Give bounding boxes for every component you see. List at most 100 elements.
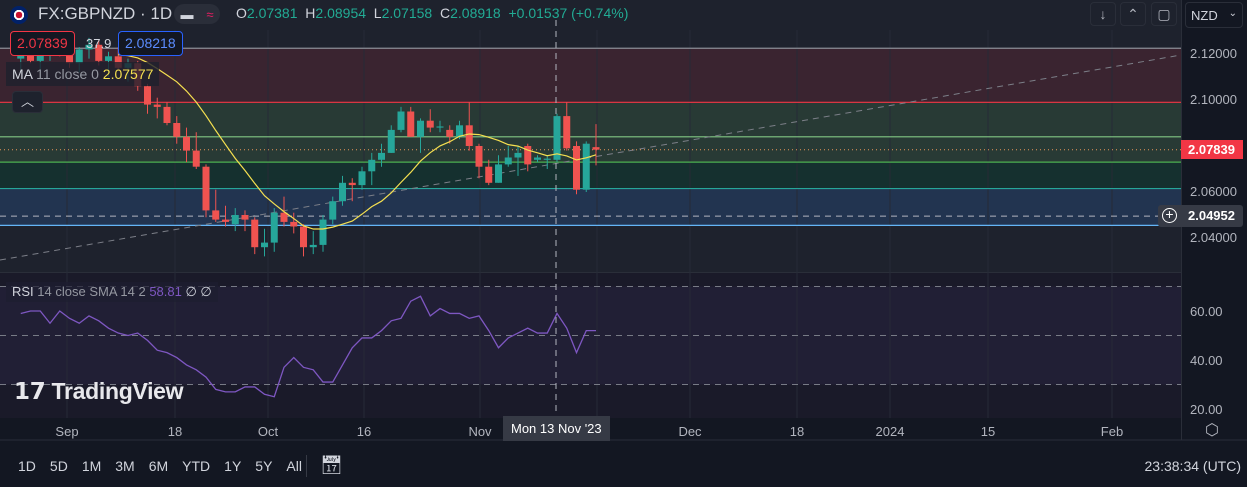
candle-body bbox=[495, 164, 502, 183]
time-label: 2024 bbox=[875, 424, 905, 439]
candle-body bbox=[202, 166, 210, 211]
range-6m[interactable]: 6M bbox=[141, 458, 174, 474]
range-ytd[interactable]: YTD bbox=[174, 458, 216, 474]
candle-body bbox=[270, 212, 278, 243]
add-plus-icon[interactable]: + bbox=[1162, 207, 1177, 223]
range-5d[interactable]: 5D bbox=[42, 458, 74, 474]
range-1m[interactable]: 1M bbox=[74, 458, 107, 474]
candle-body bbox=[222, 219, 229, 222]
range-5y[interactable]: 5Y bbox=[247, 458, 278, 474]
time-label: Oct bbox=[257, 424, 279, 439]
arrow-down-button[interactable]: ↓ bbox=[1090, 2, 1116, 26]
chart-canvas[interactable] bbox=[0, 0, 1247, 487]
candle-body bbox=[504, 157, 512, 165]
rsi-scale-label: 20.00 bbox=[1190, 402, 1223, 417]
candle-body bbox=[446, 129, 454, 137]
candle-body bbox=[300, 226, 307, 248]
range-1d[interactable]: 1D bbox=[10, 458, 42, 474]
clock[interactable]: 23:38:34 (UTC) bbox=[1145, 458, 1241, 474]
candle-body bbox=[514, 152, 522, 158]
candle-body bbox=[582, 143, 590, 190]
level-zone bbox=[0, 162, 1181, 189]
range-3m[interactable]: 3M bbox=[107, 458, 140, 474]
fullscreen-button[interactable]: ▢ bbox=[1151, 2, 1177, 26]
candle-body bbox=[456, 125, 463, 137]
range-all[interactable]: All bbox=[278, 458, 308, 474]
candle-body bbox=[465, 125, 473, 146]
candle-body bbox=[387, 129, 395, 153]
goto-date-calendar-icon[interactable]: 📅︎ bbox=[320, 455, 343, 476]
candle-body bbox=[319, 219, 327, 245]
time-label: 16 bbox=[356, 424, 372, 439]
symbol-title[interactable]: FX:GBPNZD · 1D bbox=[38, 4, 172, 24]
gbp-nzd-flag-icon bbox=[10, 6, 28, 24]
divider bbox=[306, 455, 307, 477]
candle-body bbox=[534, 157, 541, 160]
candle-body bbox=[173, 123, 181, 137]
candle-body bbox=[231, 215, 239, 225]
candle-body bbox=[475, 146, 483, 167]
rsi-scale-label: 40.00 bbox=[1190, 353, 1223, 368]
candle-body bbox=[573, 146, 580, 190]
minus-icon: ▬ bbox=[180, 6, 194, 22]
candle-body bbox=[144, 86, 151, 105]
candle-body bbox=[153, 104, 161, 107]
level-zone bbox=[0, 48, 1181, 103]
candle-body bbox=[261, 242, 268, 248]
candle-body bbox=[407, 111, 415, 137]
candle-body bbox=[348, 182, 356, 186]
candle-body bbox=[417, 120, 424, 137]
arrow-down-icon: ↓ bbox=[1099, 6, 1107, 22]
candle-body bbox=[183, 136, 190, 151]
candle-body bbox=[329, 201, 337, 220]
price-label: 2.10000 bbox=[1190, 92, 1237, 107]
buy-button[interactable]: 2.08218 bbox=[118, 31, 183, 56]
candle-body bbox=[251, 219, 259, 248]
current-price-label: 2.07839 bbox=[1181, 140, 1243, 159]
candle-body bbox=[378, 152, 385, 160]
range-1y[interactable]: 1Y bbox=[216, 458, 247, 474]
ohlc-legend: O2.07381 H2.08954 L2.07158 C2.08918 +0.0… bbox=[236, 5, 629, 21]
chevron-up-icon: ︿ bbox=[20, 94, 34, 109]
collapse-legend-button[interactable]: ︿ bbox=[12, 91, 43, 113]
collapse-button[interactable]: ⌃ bbox=[1120, 2, 1146, 26]
currency-select[interactable]: NZD ⌄ bbox=[1185, 2, 1243, 28]
candle-body bbox=[339, 182, 346, 202]
ma-legend[interactable]: MA 11 close 0 2.07577 bbox=[6, 62, 160, 86]
candle-body bbox=[426, 120, 434, 128]
candle-body bbox=[309, 244, 317, 248]
candle-body bbox=[192, 150, 200, 167]
sell-button[interactable]: 2.07839 bbox=[10, 31, 75, 56]
fullscreen-icon: ▢ bbox=[1157, 6, 1171, 22]
chevron-down-icon: ⌄ bbox=[1228, 8, 1237, 19]
candle-body bbox=[241, 215, 249, 220]
collapse-icon: ⌃ bbox=[1127, 6, 1139, 22]
time-label: Feb bbox=[1100, 424, 1124, 439]
candle-body bbox=[543, 158, 551, 160]
time-label: Dec bbox=[678, 424, 702, 439]
tradingview-watermark: 𝟭𝟳 TradingView bbox=[14, 378, 184, 404]
time-label: 18 bbox=[789, 424, 805, 439]
tradingview-logo-icon: 𝟭𝟳 bbox=[14, 378, 52, 404]
candle-body bbox=[163, 106, 171, 123]
legend-toggle-pill[interactable]: ▬ ≈ bbox=[174, 4, 220, 24]
time-label: Sep bbox=[55, 424, 79, 439]
candle-body bbox=[592, 147, 600, 150]
rsi-legend[interactable]: RSI 14 close SMA 14 2 58.81 ∅ ∅ bbox=[6, 282, 218, 302]
rsi-scale-label: 60.00 bbox=[1190, 304, 1223, 319]
candle-body bbox=[397, 111, 405, 130]
candle-body bbox=[358, 171, 366, 186]
time-label: 18 bbox=[167, 424, 183, 439]
price-label: 2.04000 bbox=[1190, 230, 1237, 245]
candle-body bbox=[563, 116, 571, 149]
range-selector: 1D 5D 1M 3M 6M YTD 1Y 5Y All bbox=[10, 458, 308, 474]
time-label: Nov bbox=[468, 424, 492, 439]
settings-gear-icon[interactable]: ⬡ bbox=[1205, 420, 1219, 440]
candle-body bbox=[290, 221, 298, 227]
candle-body bbox=[485, 166, 493, 183]
price-label: 2.06000 bbox=[1190, 184, 1237, 199]
level-zone bbox=[0, 188, 1181, 226]
candle-body bbox=[212, 210, 220, 220]
price-label: 2.12000 bbox=[1190, 46, 1237, 61]
candle-body bbox=[105, 56, 112, 61]
